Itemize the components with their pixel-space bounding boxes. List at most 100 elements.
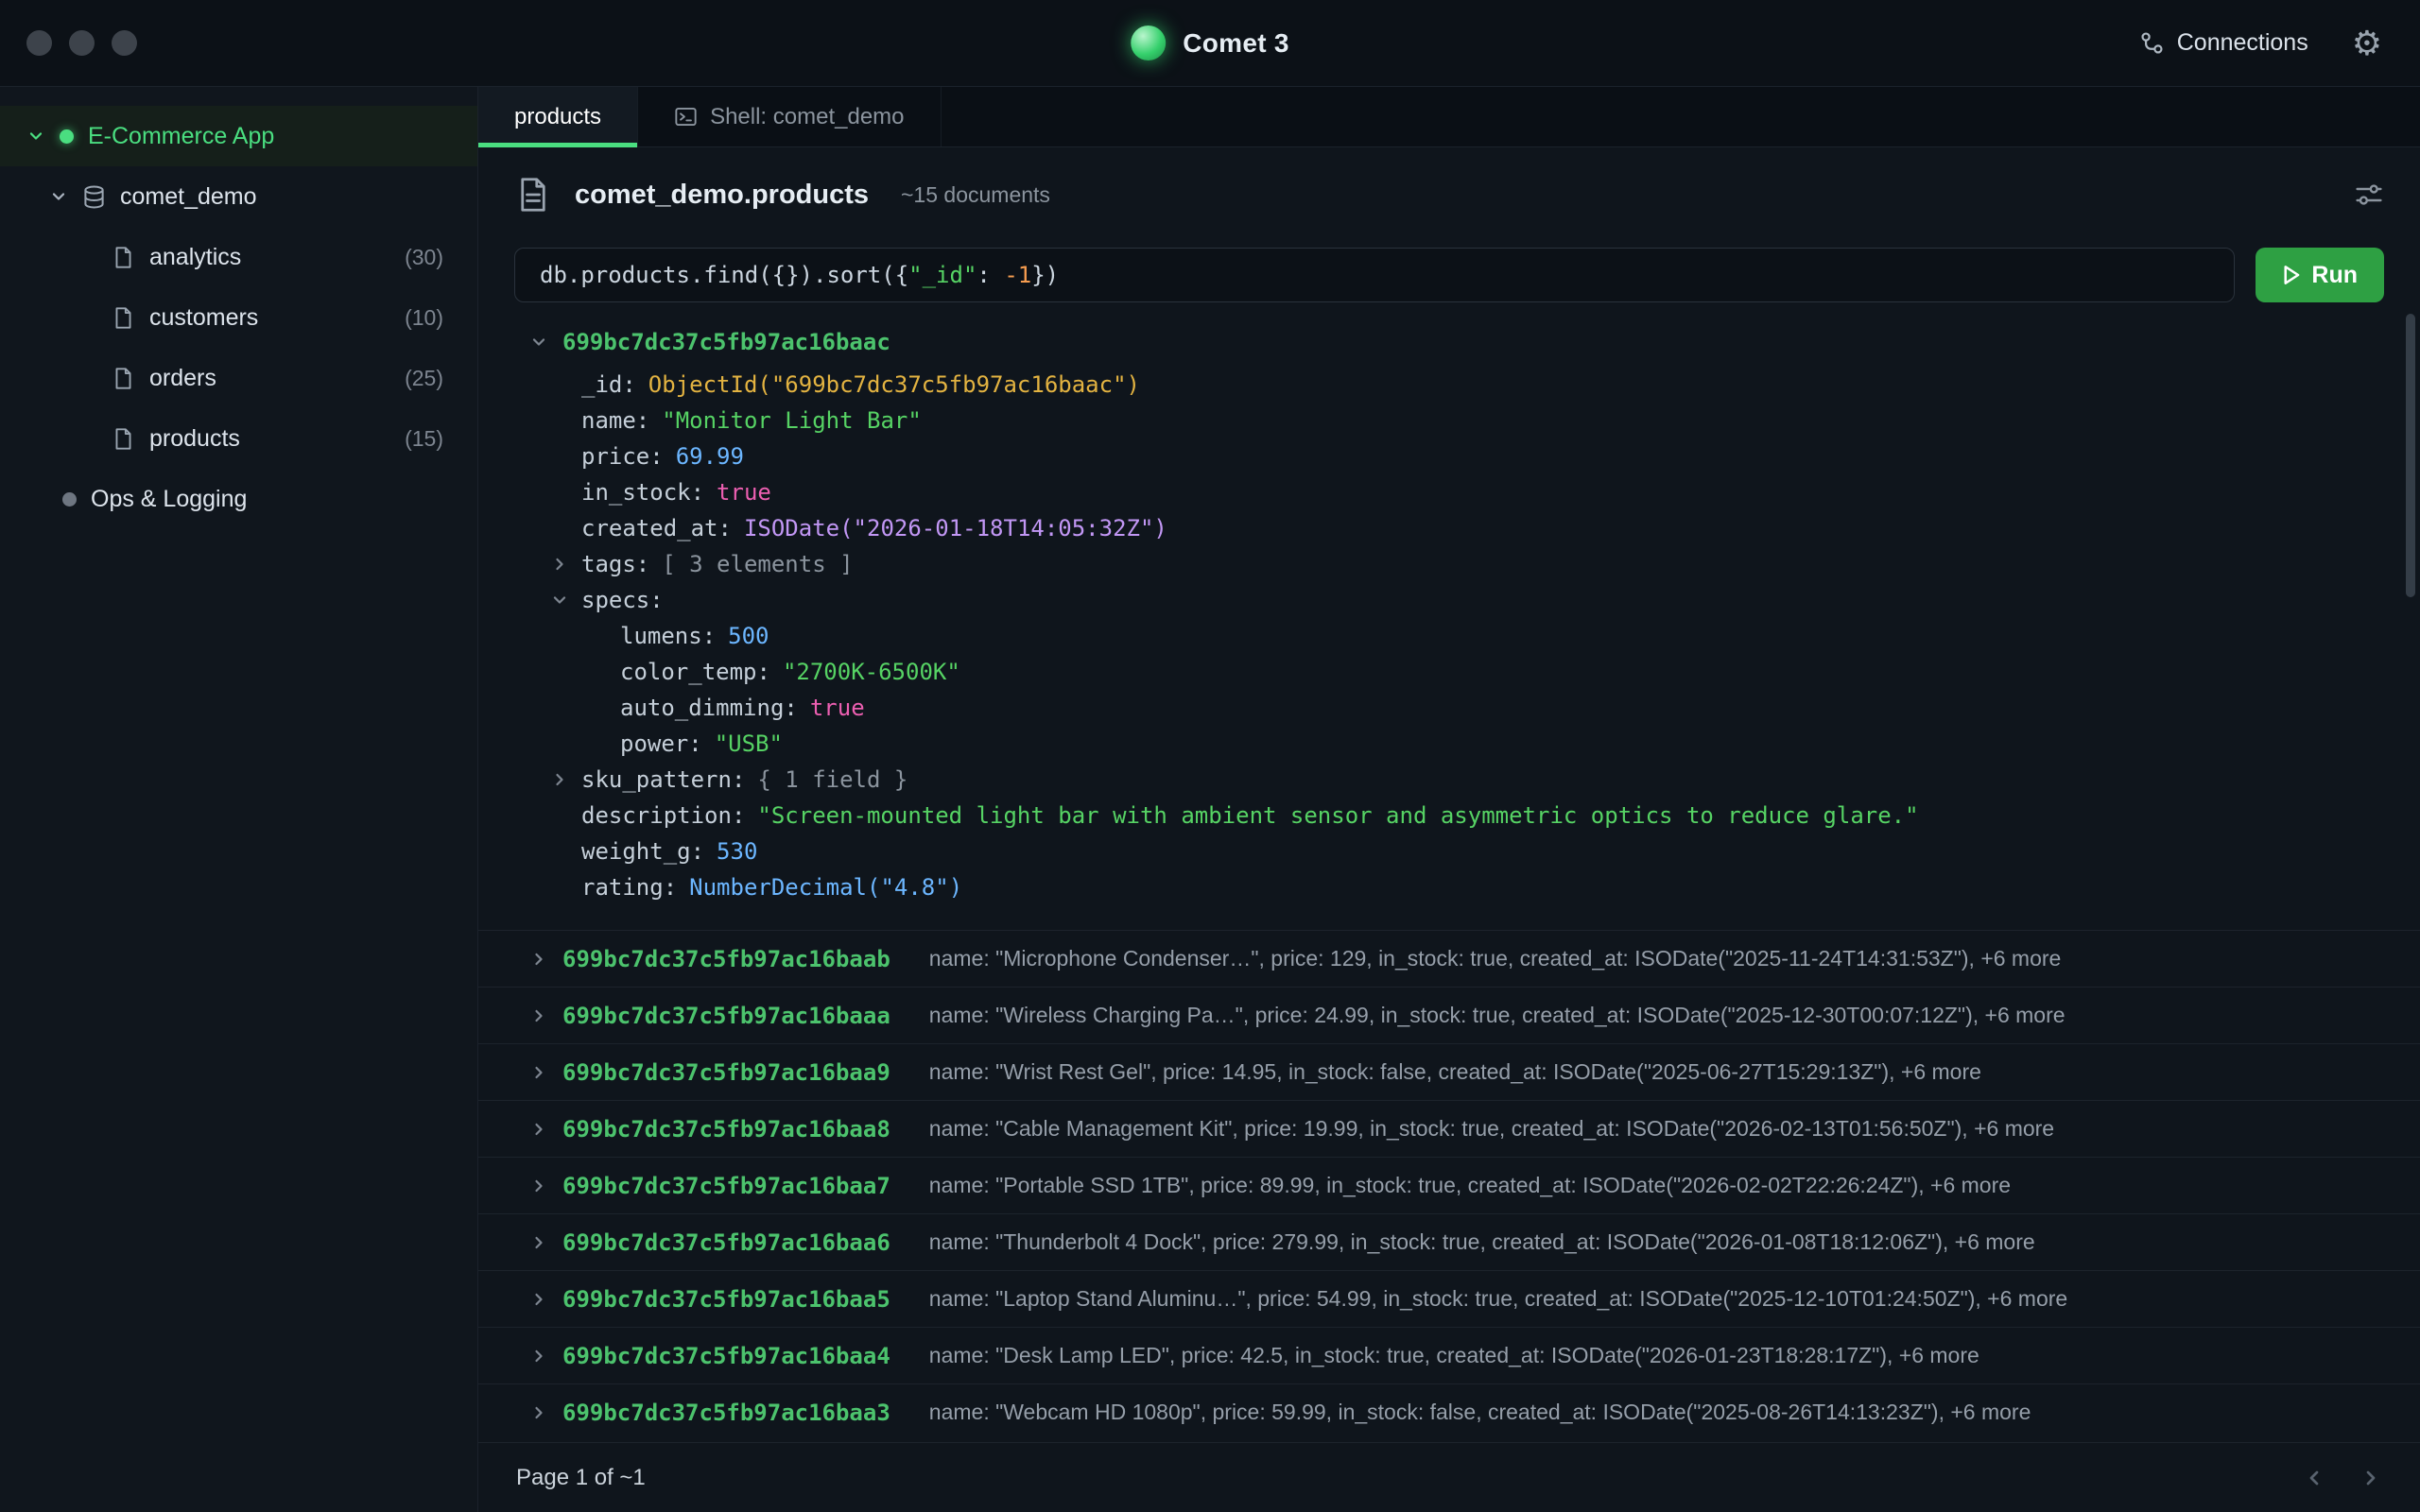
document-row[interactable]: 699bc7dc37c5fb97ac16baa6name: "Thunderbo…: [478, 1213, 2420, 1270]
sidebar-collection-products[interactable]: products(15): [0, 408, 477, 469]
database-icon: [81, 184, 107, 210]
chevron-right-icon[interactable]: [529, 1233, 548, 1252]
document-row[interactable]: 699bc7dc37c5fb97ac16baa3name: "Webcam HD…: [478, 1383, 2420, 1440]
field-value: 69.99: [676, 443, 744, 470]
window-minimize-button[interactable]: [69, 30, 95, 56]
field-value: "USB": [715, 730, 783, 757]
sidebar-collection-orders[interactable]: orders (25): [0, 348, 477, 408]
field-key: weight_g:: [581, 838, 704, 865]
collection-count: (25): [405, 366, 443, 391]
connection-label: E-Commerce App: [88, 123, 274, 150]
collection-label: orders: [149, 365, 390, 392]
main-panel: productsShell: comet_demo comet_demo.pro…: [478, 87, 2420, 1512]
doc-field-color_temp[interactable]: color_temp:"2700K-6500K": [478, 654, 2420, 690]
chevron-right-icon[interactable]: [529, 1290, 548, 1309]
chevron-right-icon[interactable]: [529, 1403, 548, 1422]
next-page-button[interactable]: [2360, 1467, 2382, 1489]
collection-count: (10): [405, 305, 443, 331]
field-key: auto_dimming:: [620, 695, 798, 721]
document-id: 699bc7dc37c5fb97ac16baa7: [562, 1173, 890, 1199]
window-zoom-button[interactable]: [112, 30, 137, 56]
document-row[interactable]: 699bc7dc37c5fb97ac16baabname: "Microphon…: [478, 930, 2420, 987]
terminal-icon: [674, 105, 698, 129]
field-key: sku_pattern:: [581, 766, 745, 793]
settings-gear-icon[interactable]: ⚙: [2352, 26, 2382, 60]
sidebar-collection-analytics[interactable]: analytics(30): [0, 227, 477, 287]
sidebar-database-comet-demo[interactable]: comet_demo: [0, 166, 477, 227]
query-bar: db.products.find({}).sort({"_id": -1}) R…: [478, 242, 2420, 308]
field-key: created_at:: [581, 515, 732, 541]
field-value: ISODate("2026-01-18T14:05:32Z"): [744, 515, 1167, 541]
field-value: true: [810, 695, 865, 721]
document-id: 699bc7dc37c5fb97ac16baa5: [562, 1286, 890, 1313]
run-button-label: Run: [2311, 262, 2358, 289]
tab-shell-comet-demo[interactable]: Shell: comet_demo: [638, 87, 941, 146]
document-id: 699bc7dc37c5fb97ac16baa6: [562, 1229, 890, 1256]
document-row[interactable]: 699bc7dc37c5fb97ac16baa8name: "Cable Man…: [478, 1100, 2420, 1157]
connections-button[interactable]: Connections: [2139, 29, 2308, 57]
document-id: 699bc7dc37c5fb97ac16baac: [562, 329, 890, 355]
chevron-right-icon[interactable]: [550, 770, 581, 789]
tab-bar: productsShell: comet_demo: [478, 87, 2420, 147]
tab-products[interactable]: products: [478, 87, 638, 146]
app-title: Comet 3: [1183, 28, 1289, 59]
connection-label: Ops & Logging: [91, 486, 247, 513]
doc-field-sku_pattern[interactable]: sku_pattern: { 1 field }: [478, 762, 2420, 798]
doc-field-lumens[interactable]: lumens:500: [478, 618, 2420, 654]
doc-field-auto_dimming[interactable]: auto_dimming: true: [478, 690, 2420, 726]
doc-field-specs[interactable]: specs:: [478, 582, 2420, 618]
doc-field-tags[interactable]: tags:[ 3 elements ]: [478, 546, 2420, 582]
doc-field-rating[interactable]: rating:NumberDecimal("4.8"): [478, 869, 2420, 905]
chevron-down-icon[interactable]: [529, 333, 548, 352]
titlebar-actions: Connections ⚙: [2139, 26, 2420, 60]
doc-field-created_at[interactable]: created_at: ISODate("2026-01-18T14:05:32Z…: [478, 510, 2420, 546]
field-key: rating:: [581, 874, 677, 901]
chevron-right-icon[interactable]: [529, 1120, 548, 1139]
window-close-button[interactable]: [26, 30, 52, 56]
chevron-down-icon[interactable]: [550, 591, 581, 610]
field-key: tags:: [581, 551, 649, 577]
connection-status-dot: [60, 129, 74, 144]
doc-field-name[interactable]: name:"Monitor Light Bar": [478, 403, 2420, 438]
doc-field-in_stock[interactable]: in_stock:true: [478, 474, 2420, 510]
document-preview: name: "Microphone Condenser…", price: 12…: [929, 946, 2062, 971]
field-key: price:: [581, 443, 664, 470]
chevron-right-icon[interactable]: [529, 950, 548, 969]
doc-field-weight_g[interactable]: weight_g:530: [478, 833, 2420, 869]
chevron-down-icon[interactable]: [49, 187, 68, 206]
query-input[interactable]: db.products.find({}).sort({"_id": -1}): [514, 248, 2235, 302]
expanded-document-header[interactable]: 699bc7dc37c5fb97ac16baac: [478, 318, 2420, 367]
document-id: 699bc7dc37c5fb97ac16baa8: [562, 1116, 890, 1143]
chevron-down-icon[interactable]: [26, 127, 45, 146]
doc-field-power[interactable]: power:"USB": [478, 726, 2420, 762]
doc-field-description[interactable]: description:"Screen-mounted light bar wi…: [478, 798, 2420, 833]
document-row[interactable]: 699bc7dc37c5fb97ac16baa9name: "Wrist Res…: [478, 1043, 2420, 1100]
field-value: { 1 field }: [757, 766, 908, 793]
sidebar-connection-ops-logging[interactable]: Ops & Logging: [0, 469, 477, 529]
field-key: description:: [581, 802, 745, 829]
doc-field-_id[interactable]: _id:ObjectId("699bc7dc37c5fb97ac16baac"): [478, 367, 2420, 403]
sidebar-collection-customers[interactable]: customers(10): [0, 287, 477, 348]
view-options-sliders-icon[interactable]: [2354, 180, 2384, 210]
document-row[interactable]: 699bc7dc37c5fb97ac16baa5name: "Laptop St…: [478, 1270, 2420, 1327]
connections-label: Connections: [2177, 29, 2308, 57]
doc-field-price[interactable]: price: 69.99: [478, 438, 2420, 474]
run-query-button[interactable]: Run: [2256, 248, 2384, 302]
chevron-right-icon[interactable]: [529, 1347, 548, 1366]
chevron-right-icon[interactable]: [529, 1177, 548, 1195]
document-row[interactable]: 699bc7dc37c5fb97ac16baa7name: "Portable …: [478, 1157, 2420, 1213]
document-id: 699bc7dc37c5fb97ac16baaa: [562, 1003, 890, 1029]
document-row[interactable]: 699bc7dc37c5fb97ac16baa4name: "Desk Lamp…: [478, 1327, 2420, 1383]
previous-page-button[interactable]: [2303, 1467, 2325, 1489]
collection-title: comet_demo.products: [575, 180, 869, 211]
document-results: 699bc7dc37c5fb97ac16baac _id:ObjectId("6…: [478, 308, 2420, 1442]
field-key: lumens:: [620, 623, 716, 649]
document-row[interactable]: 699bc7dc37c5fb97ac16baaa name: "Wireless …: [478, 987, 2420, 1043]
collection-count: (30): [405, 245, 443, 270]
document-preview: name: "Wireless Charging Pa…", price: 24…: [929, 1003, 2066, 1028]
chevron-right-icon[interactable]: [550, 555, 581, 574]
chevron-right-icon[interactable]: [529, 1006, 548, 1025]
chevron-right-icon[interactable]: [529, 1063, 548, 1082]
scrollbar-thumb[interactable]: [2406, 314, 2415, 597]
sidebar-connection-ecommerce-app[interactable]: E-Commerce App: [0, 106, 477, 166]
